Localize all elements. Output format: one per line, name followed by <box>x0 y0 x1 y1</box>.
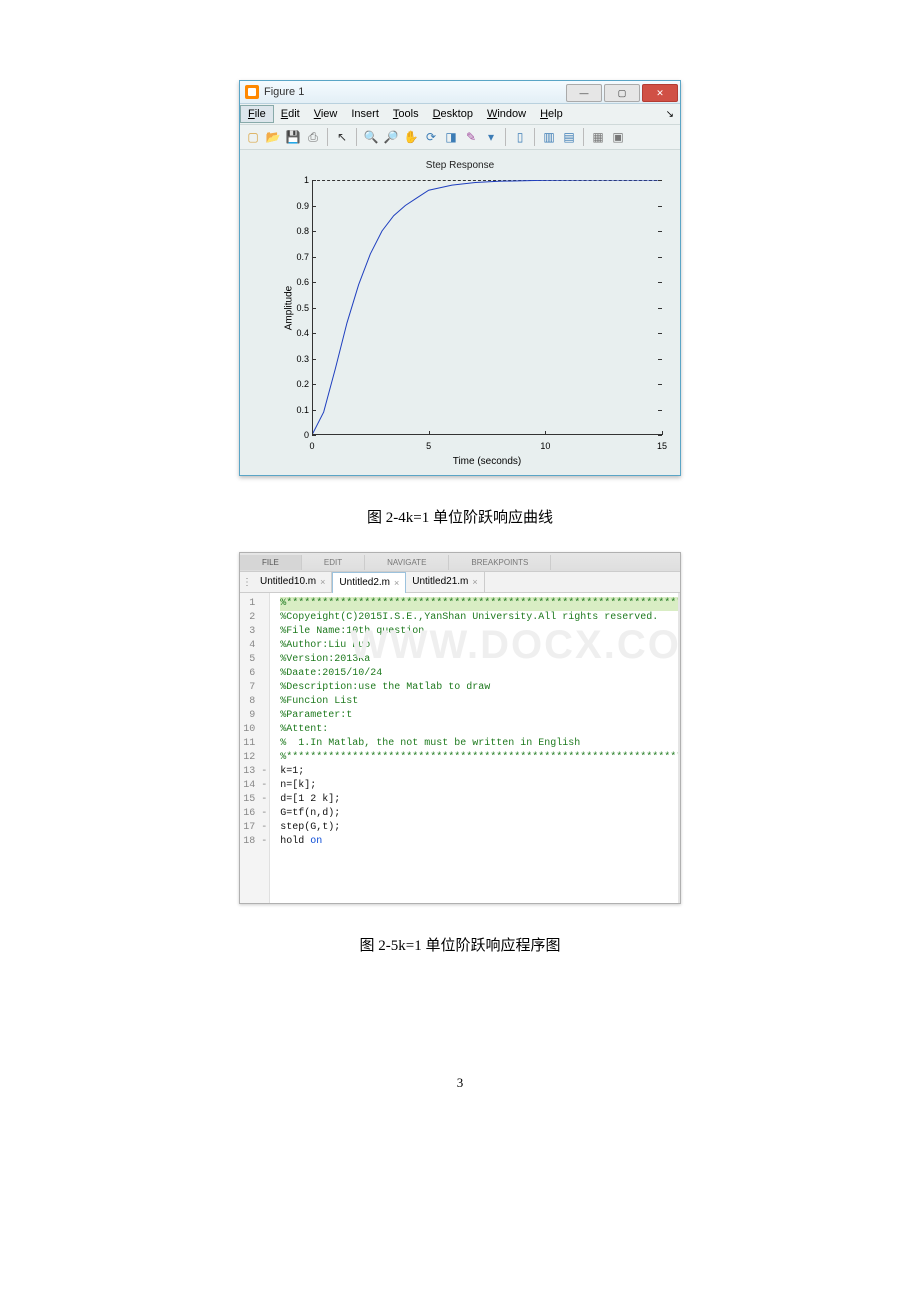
y-tick-label: 0.4 <box>287 328 309 338</box>
y-tick-label: 0.7 <box>287 252 309 262</box>
function-browser-icon[interactable]: ⋮ <box>240 577 254 588</box>
x-axis-label: Time (seconds) <box>453 456 522 467</box>
y-tick-label: 0.8 <box>287 226 309 236</box>
figure-window: Figure 1 — ▢ ✕ File Edit View Insert Too… <box>239 80 681 476</box>
minimize-icon: — <box>580 88 589 98</box>
insert-legend2-icon[interactable]: ▤ <box>560 128 578 146</box>
insert-legend-icon[interactable]: ▥ <box>540 128 558 146</box>
rotate3d-icon[interactable]: ⟳ <box>422 128 440 146</box>
x-tick-label: 15 <box>657 441 667 451</box>
code-column[interactable]: %***************************************… <box>270 593 678 903</box>
tab-close-icon[interactable]: × <box>394 578 399 588</box>
pan-icon[interactable]: ✋ <box>402 128 420 146</box>
y-tick-label: 0 <box>287 430 309 440</box>
matlab-logo-icon <box>245 85 259 99</box>
menu-overflow-icon[interactable]: ↘ <box>660 109 680 120</box>
menu-view[interactable]: View <box>307 106 345 122</box>
x-tick-label: 5 <box>426 441 431 451</box>
figure-caption-1: 图 2-4k=1 单位阶跃响应曲线 <box>60 506 860 527</box>
figure-caption-2: 图 2-5k=1 单位阶跃响应程序图 <box>60 934 860 955</box>
toolstrip-breakpoints[interactable]: BREAKPOINTS <box>449 555 551 570</box>
editor-tab-label: Untitled2.m <box>339 577 390 588</box>
zoom-out-icon[interactable]: 🔎 <box>382 128 400 146</box>
editor-tab[interactable]: Untitled21.m × <box>406 572 484 592</box>
link-icon[interactable]: ▾ <box>482 128 500 146</box>
x-tick-label: 0 <box>309 441 314 451</box>
save-icon[interactable]: 💾 <box>284 128 302 146</box>
menu-tools[interactable]: Tools <box>386 106 426 122</box>
insert-colorbar-icon[interactable]: ▯ <box>511 128 529 146</box>
menu-desktop[interactable]: Desktop <box>426 106 480 122</box>
y-tick-label: 0.5 <box>287 303 309 313</box>
toolstrip-navigate[interactable]: NAVIGATE <box>365 555 449 570</box>
line-number-gutter: 1 2 3 4 5 6 7 8 9 10 11 12 13 - 14 - 15 … <box>240 593 270 903</box>
y-tick-label: 0.3 <box>287 354 309 364</box>
maximize-icon: ▢ <box>618 88 627 99</box>
y-tick-label: 0.9 <box>287 201 309 211</box>
y-tick-label: 1 <box>287 175 309 185</box>
step-response-curve <box>312 180 662 435</box>
editor-tab[interactable]: Untitled2.m × <box>332 572 406 593</box>
figure-toolbar: ▢ 📂 💾 ⎙ ↖ 🔍 🔎 ✋ ⟳ ◨ ✎ ▾ ▯ ▥ ▤ ▦ ▣ <box>240 125 680 150</box>
menu-help[interactable]: Help <box>533 106 570 122</box>
close-icon: ✕ <box>656 88 664 99</box>
editor-tab[interactable]: Untitled10.m × <box>254 572 332 592</box>
undock-icon[interactable]: ▣ <box>609 128 627 146</box>
print-icon[interactable]: ⎙ <box>304 128 322 146</box>
edit-plot-icon[interactable]: ↖ <box>333 128 351 146</box>
maximize-button[interactable]: ▢ <box>604 84 640 102</box>
toolstrip-file[interactable]: FILE <box>240 555 302 570</box>
new-figure-icon[interactable]: ▢ <box>244 128 262 146</box>
axes-area[interactable]: Step Response Amplitude Time (seconds) 0… <box>240 150 680 475</box>
titlebar[interactable]: Figure 1 — ▢ ✕ <box>240 81 680 104</box>
menubar: File Edit View Insert Tools Desktop Wind… <box>240 104 680 125</box>
open-icon[interactable]: 📂 <box>264 128 282 146</box>
x-tick-label: 10 <box>540 441 550 451</box>
dock-icon[interactable]: ▦ <box>589 128 607 146</box>
code-body[interactable]: 1 2 3 4 5 6 7 8 9 10 11 12 13 - 14 - 15 … <box>240 593 680 903</box>
toolstrip-edit[interactable]: EDIT <box>302 555 365 570</box>
brush-icon[interactable]: ✎ <box>462 128 480 146</box>
y-tick-label: 0.1 <box>287 405 309 415</box>
menu-file[interactable]: File <box>240 105 274 123</box>
minimize-button[interactable]: — <box>566 84 602 102</box>
y-tick-label: 0.6 <box>287 277 309 287</box>
tab-close-icon[interactable]: × <box>320 577 325 587</box>
editor-tabs: ⋮ Untitled10.m × Untitled2.m × Untitled21.m × <box>240 572 680 593</box>
editor-tab-label: Untitled21.m <box>412 576 468 587</box>
page-number: 3 <box>60 1075 860 1091</box>
data-cursor-icon[interactable]: ◨ <box>442 128 460 146</box>
y-tick-label: 0.2 <box>287 379 309 389</box>
editor-tab-label: Untitled10.m <box>260 576 316 587</box>
close-button[interactable]: ✕ <box>642 84 678 102</box>
zoom-in-icon[interactable]: 🔍 <box>362 128 380 146</box>
tab-close-icon[interactable]: × <box>472 577 477 587</box>
editor-window: FILE EDIT NAVIGATE BREAKPOINTS ⋮ Untitle… <box>239 552 681 904</box>
menu-insert[interactable]: Insert <box>344 106 386 122</box>
editor-toolstrip: FILE EDIT NAVIGATE BREAKPOINTS <box>240 553 680 572</box>
menu-window[interactable]: Window <box>480 106 533 122</box>
menu-edit[interactable]: Edit <box>274 106 307 122</box>
window-title: Figure 1 <box>264 86 304 98</box>
chart-title: Step Response <box>250 160 670 171</box>
